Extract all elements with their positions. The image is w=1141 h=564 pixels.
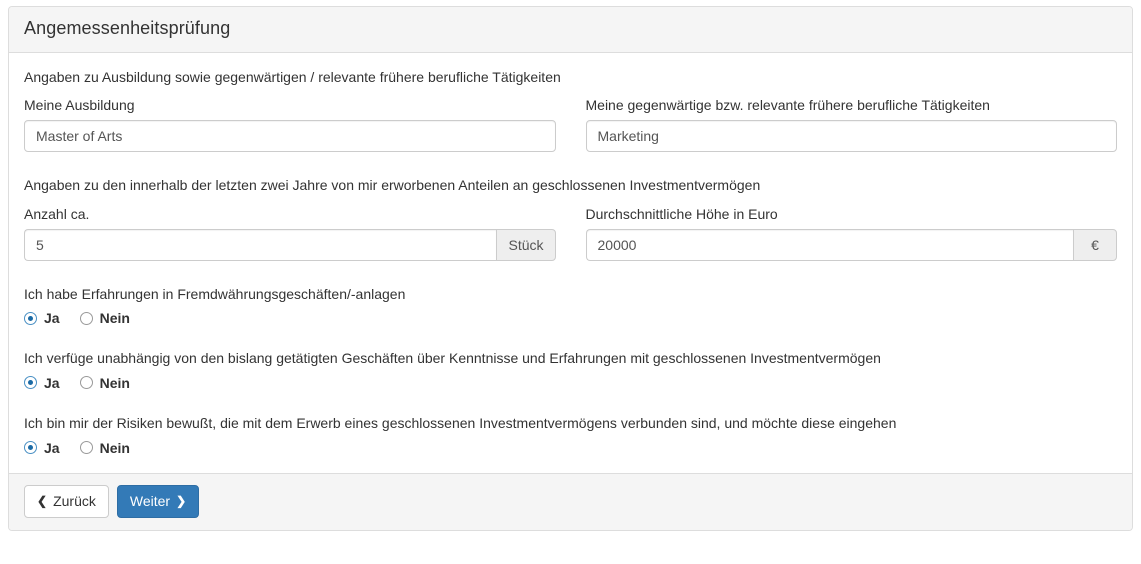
input-wrap-hoehe: € [585, 228, 1117, 261]
next-button-label: Weiter [129, 492, 171, 509]
spacer-education-shares [24, 152, 1117, 175]
radio-dot-icon [24, 376, 37, 390]
radio-dot-icon [79, 441, 93, 455]
page-root: Angemessenheitsprüfung Angaben zu Ausbil… [0, 0, 1141, 564]
radio-kenntnisse-ja[interactable]: Ja [24, 376, 60, 390]
shares-fields-row: Anzahl ca. Stück Durchschnittliche Höhe … [24, 205, 1117, 261]
angemessenheitspruefung-panel: Angemessenheitsprüfung Angaben zu Ausbil… [8, 6, 1133, 532]
panel-footer: ❮ Zurück Weiter ❯ [9, 472, 1132, 531]
radio-kenntnisse-nein[interactable]: Nein [79, 374, 130, 391]
chevron-left-icon: ❮ [37, 494, 48, 509]
radio-fremdwaehrung-nein[interactable]: Nein [79, 310, 130, 327]
panel-body: Angaben zu Ausbildung sowie gegenwärtige… [9, 53, 1132, 473]
chevron-right-icon: ❯ [176, 494, 187, 509]
anzahl-input[interactable] [24, 228, 497, 261]
label-anzahl: Anzahl ca. [24, 205, 90, 222]
radio-label-ja: Ja [44, 439, 60, 456]
durchschnittliche-hoehe-input[interactable] [585, 228, 1073, 261]
input-wrap-anzahl: Stück [24, 228, 556, 261]
education-section-heading: Angaben zu Ausbildung sowie gegenwärtige… [24, 68, 561, 85]
input-wrap-taetigkeiten [585, 120, 1117, 153]
radio-label-ja: Ja [44, 310, 60, 327]
radio-dot-icon [79, 376, 93, 390]
input-wrap-ausbildung [24, 120, 556, 153]
label-meine-ausbildung: Meine Ausbildung [24, 97, 135, 114]
radio-risiken-ja[interactable]: Ja [24, 441, 60, 455]
question-fremdwaehrung: Ich habe Erfahrungen in Fremdwährungsges… [24, 285, 1117, 325]
radio-fremdwaehrung-ja[interactable]: Ja [24, 311, 60, 325]
anzahl-unit-addon: Stück [496, 228, 556, 261]
euro-currency-addon: € [1073, 228, 1117, 261]
shares-section-heading: Angaben zu den innerhalb der letzten zwe… [24, 177, 761, 194]
panel-header: Angemessenheitsprüfung [9, 7, 1132, 53]
radio-dot-icon [24, 441, 37, 455]
question-kenntnisse-text: Ich verfüge unabhängig von den bislang g… [24, 350, 881, 367]
radio-label-nein: Nein [99, 310, 130, 327]
field-group-anzahl: Anzahl ca. Stück [24, 205, 556, 261]
berufliche-taetigkeiten-input[interactable] [585, 120, 1117, 153]
question-risiken: Ich bin mir der Risiken bewußt, die mit … [24, 414, 1117, 455]
radio-label-ja: Ja [44, 374, 60, 391]
radio-label-nein: Nein [99, 374, 130, 391]
question-kenntnisse: Ich verfüge unabhängig von den bislang g… [24, 349, 1117, 390]
field-group-taetigkeiten: Meine gegenwärtige bzw. relevante früher… [585, 96, 1117, 153]
radio-risiken-nein[interactable]: Nein [79, 439, 130, 456]
back-button-label: Zurück [53, 492, 96, 509]
question-kenntnisse-options: Ja Nein [24, 376, 1117, 390]
question-fremdwaehrung-text: Ich habe Erfahrungen in Fremdwährungsges… [24, 285, 406, 302]
field-group-ausbildung: Meine Ausbildung [24, 96, 556, 153]
page-title: Angemessenheitsprüfung [24, 18, 231, 38]
back-button[interactable]: ❮ Zurück [24, 484, 109, 519]
education-fields-row: Meine Ausbildung Meine gegenwärtige bzw.… [24, 96, 1117, 153]
label-berufliche-taetigkeiten: Meine gegenwärtige bzw. relevante früher… [585, 97, 990, 114]
field-group-hoehe: Durchschnittliche Höhe in Euro € [585, 205, 1117, 261]
next-button[interactable]: Weiter ❯ [116, 484, 200, 519]
question-fremdwaehrung-options: Ja Nein [24, 311, 1117, 325]
radio-dot-icon [79, 311, 93, 325]
question-risiken-text: Ich bin mir der Risiken bewußt, die mit … [24, 414, 897, 431]
radio-label-nein: Nein [99, 439, 130, 456]
label-durchschnittliche-hoehe: Durchschnittliche Höhe in Euro [585, 205, 778, 222]
radio-dot-icon [24, 311, 37, 325]
question-risiken-options: Ja Nein [24, 441, 1117, 455]
ausbildung-input[interactable] [24, 120, 556, 153]
